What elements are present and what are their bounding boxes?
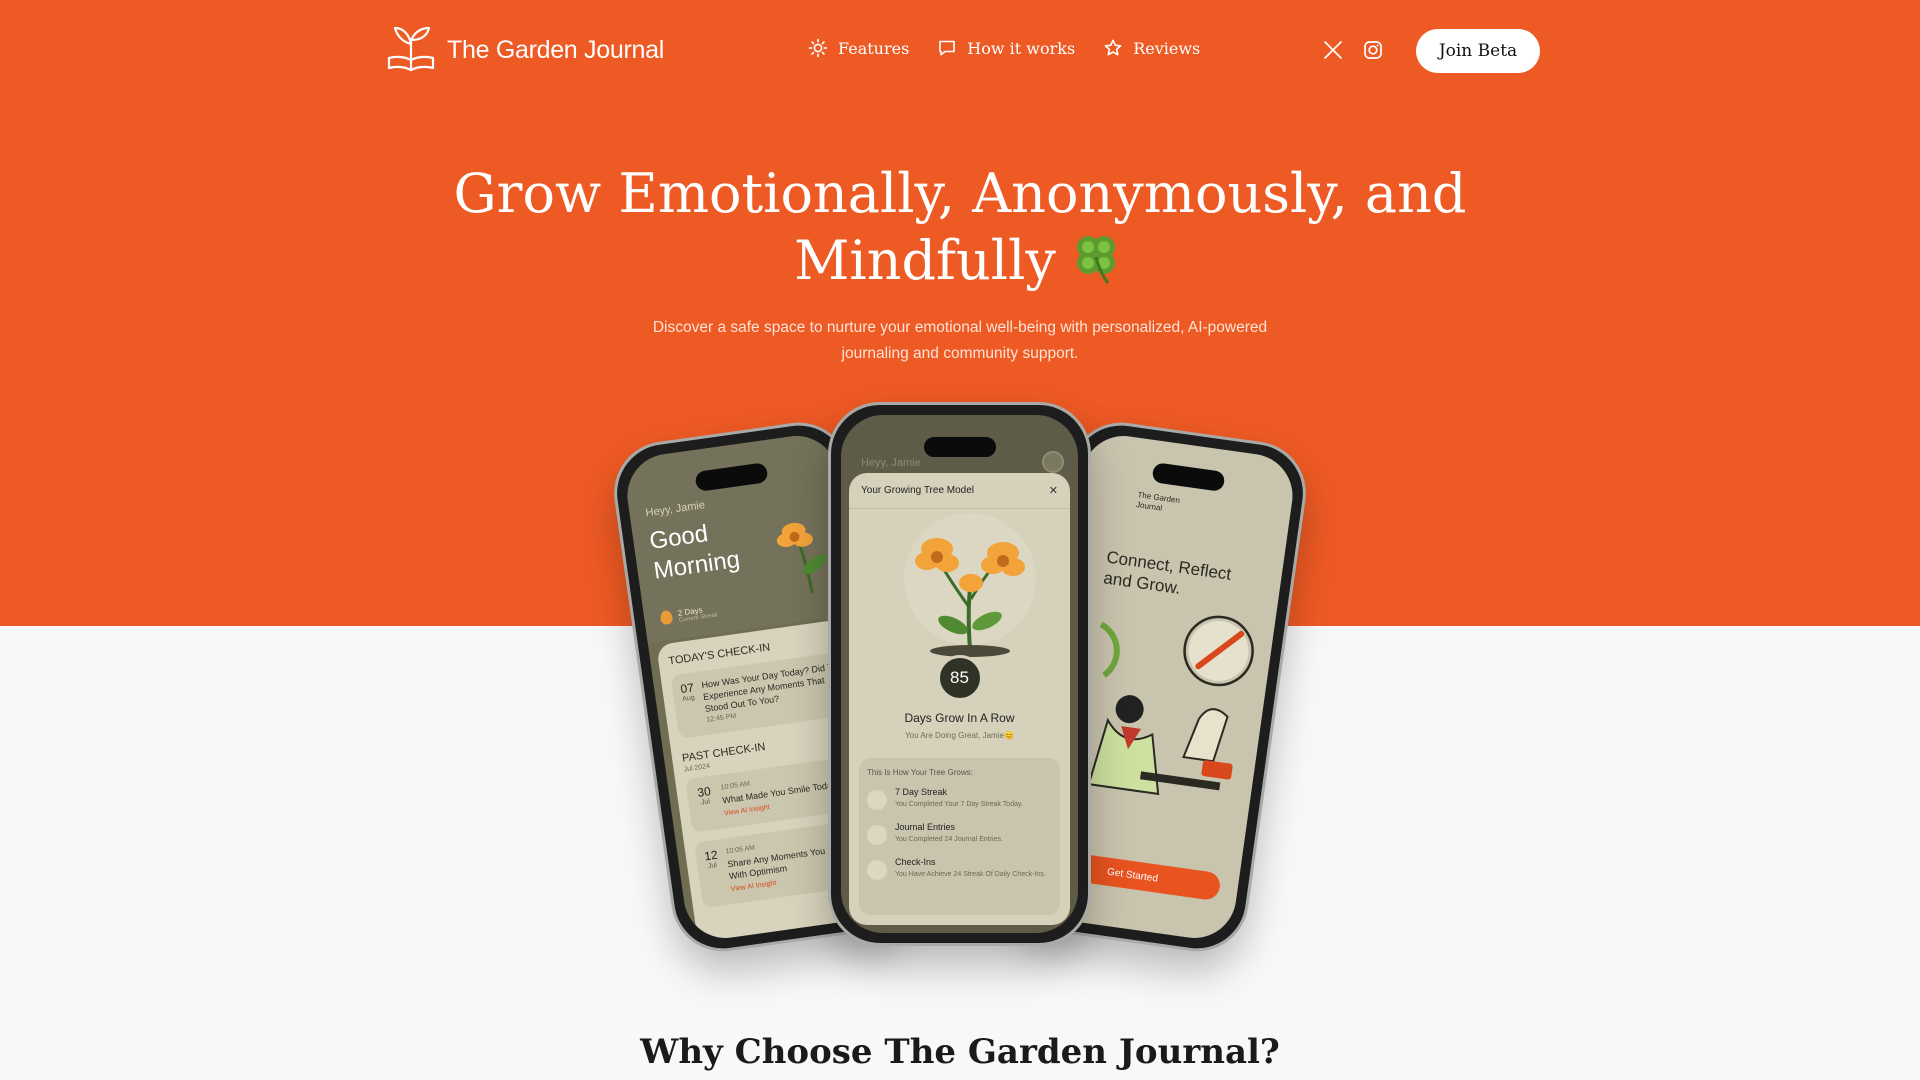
growth-item-name: Journal Entries	[895, 822, 956, 832]
join-beta-button[interactable]: Join Beta	[1416, 29, 1540, 73]
nav-link-label: How it works	[967, 38, 1076, 58]
growth-card-title: This Is How Your Tree Grows:	[867, 768, 973, 777]
avatar[interactable]	[1042, 451, 1064, 473]
checkin-date: 30 Jul	[694, 784, 717, 824]
brand-logo[interactable]: The Garden Journal	[383, 22, 664, 78]
growth-item-name: 7 Day Streak	[895, 787, 948, 797]
hero-subtitle: Discover a safe space to nurture your em…	[652, 319, 1268, 362]
social-links	[1322, 39, 1384, 61]
nav-link-how-it-works[interactable]: How it works	[937, 38, 1075, 58]
days-title: Days Grow In A Row	[904, 711, 1015, 725]
headline-line-1: Grow Emotionally, Anonymously, and	[453, 162, 1467, 225]
tree-model-modal: Your Growing Tree Model ✕ 85 Days Grow I…	[849, 473, 1070, 925]
growth-card: This Is How Your Tree Grows: 7 Day Strea…	[859, 758, 1060, 915]
phone-notch	[1151, 462, 1226, 492]
streak-score-badge: 85	[936, 655, 983, 701]
greeting-small: Heyy, Jamie	[644, 499, 706, 520]
greeting-panel: Heyy, Jamie Good Morning 2 Days Current …	[622, 430, 858, 644]
top-nav: The Garden Journal Features How it works	[0, 0, 1920, 100]
headline-line-2: Mindfully	[360, 227, 1560, 302]
growth-item-desc: You Completed 24 Journal Entries.	[895, 836, 1003, 843]
checkin-date: 07 Aug	[680, 680, 700, 729]
nav-link-label: Features	[838, 38, 910, 58]
tree-illustration	[849, 509, 1070, 657]
onboarding-brand: The Garden Journal	[1135, 490, 1181, 513]
growth-item-name: Check-Ins	[895, 857, 936, 867]
nav-link-reviews[interactable]: Reviews	[1103, 38, 1200, 58]
streak-badge: 2 Days Current Streak	[659, 603, 718, 626]
four-leaf-clover-icon	[1066, 227, 1126, 302]
close-icon[interactable]: ✕	[1049, 484, 1058, 497]
nav-link-features[interactable]: Features	[808, 38, 909, 58]
growth-item-text: Check-Ins You Have Achieve 24 Streak Of …	[895, 857, 1046, 880]
phone-screen: Heyy, Jamie Your Growing Tree Model ✕ 85…	[841, 415, 1078, 933]
checkin-date: 12 Jul	[703, 848, 724, 899]
growth-item: 7 Day Streak You Completed Your 7 Day St…	[867, 787, 1052, 810]
hero-headline: Grow Emotionally, Anonymously, and Mindf…	[360, 160, 1560, 302]
sprout-book-icon	[383, 22, 439, 79]
phone-mockup-tree-model: Heyy, Jamie Your Growing Tree Model ✕ 85…	[828, 402, 1091, 946]
modal-title: Your Growing Tree Model	[861, 485, 975, 496]
nav-link-label: Reviews	[1133, 38, 1201, 58]
growth-item-desc: You Have Achieve 24 Streak Of Daily Chec…	[895, 871, 1046, 878]
checkin-month: Aug	[681, 694, 696, 704]
growth-item-desc: You Completed Your 7 Day Streak Today.	[895, 801, 1023, 808]
greeting-title: Good Morning	[647, 520, 742, 585]
fire-icon	[659, 609, 674, 626]
x-logo-icon[interactable]	[1322, 39, 1344, 61]
background-greeting: Heyy, Jamie	[861, 457, 921, 469]
growth-item-text: Journal Entries You Completed 24 Journal…	[895, 822, 1003, 845]
instagram-icon[interactable]	[1362, 39, 1384, 61]
checkin-text: 10:05 AM What Made You Smile Today? View…	[720, 766, 844, 820]
leaf-icon	[867, 790, 887, 810]
growth-item-text: 7 Day Streak You Completed Your 7 Day St…	[895, 787, 1023, 810]
chat-bubble-icon	[937, 38, 957, 58]
headline-word: Mindfully	[794, 229, 1056, 292]
brand-name: The Garden Journal	[447, 35, 664, 64]
days-subtitle: You Are Doing Great, Jamie😊	[905, 731, 1014, 740]
leaf-icon	[867, 860, 887, 880]
section-title: Why Choose The Garden Journal?	[640, 1032, 1280, 1072]
sun-icon	[808, 38, 828, 58]
checkin-month: Jul	[707, 861, 718, 871]
phone-notch	[923, 437, 996, 457]
modal-header: Your Growing Tree Model ✕	[849, 473, 1070, 509]
growth-item: Journal Entries You Completed 24 Journal…	[867, 822, 1052, 845]
nav-links: Features How it works Reviews	[808, 38, 1200, 58]
leaf-icon	[867, 825, 887, 845]
star-icon	[1103, 38, 1123, 58]
growth-item: Check-Ins You Have Achieve 24 Streak Of …	[867, 857, 1052, 880]
